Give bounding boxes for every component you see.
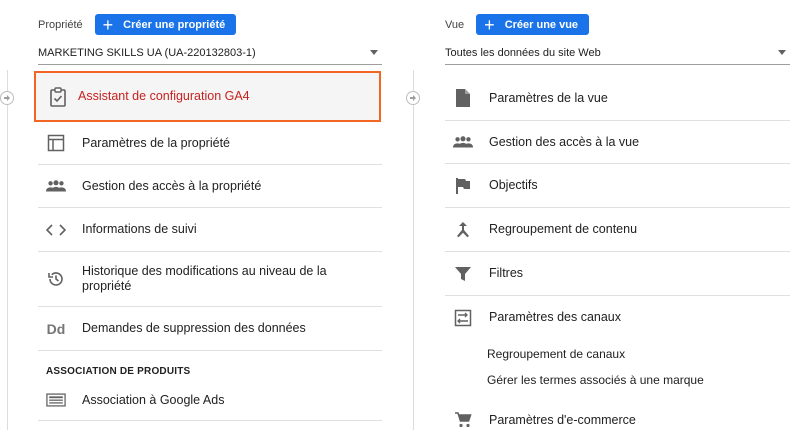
property-item-label: Paramètres de la propriété xyxy=(82,135,230,150)
property-item-ga4-assistant[interactable]: Assistant de configuration GA4 xyxy=(36,73,379,120)
dropdown-arrow-icon xyxy=(778,50,786,55)
property-item-history[interactable]: Historique des modifications au niveau d… xyxy=(38,252,382,306)
view-item-label: Paramètres d'e-commerce xyxy=(489,412,636,427)
view-item-label: Gestion des accès à la vue xyxy=(489,134,640,149)
property-item-tracking[interactable]: Informations de suivi xyxy=(38,208,382,251)
property-select[interactable]: MARKETING SKILLS UA (UA-220132803-1) xyxy=(38,41,382,65)
view-item-channel-settings[interactable]: Paramètres des canaux xyxy=(445,296,790,339)
plus-icon: + xyxy=(102,14,114,35)
property-item-label: Assistant de configuration GA4 xyxy=(78,89,250,103)
merge-icon xyxy=(453,220,473,240)
property-header: Propriété + Créer une propriété xyxy=(38,14,237,35)
ga4-assistant-highlight[interactable]: Assistant de configuration GA4 xyxy=(34,71,381,122)
property-item-label: Historique des modifications au niveau d… xyxy=(82,264,327,293)
create-property-button[interactable]: + Créer une propriété xyxy=(94,14,237,35)
right-rail xyxy=(413,70,414,430)
view-item-content-grouping[interactable]: Regroupement de contenu xyxy=(445,208,790,251)
view-item-filters[interactable]: Filtres xyxy=(445,252,790,295)
ads-panel-icon xyxy=(46,390,66,410)
property-item-deletion[interactable]: Dd Demandes de suppression des données xyxy=(38,307,382,350)
code-icon xyxy=(46,220,66,240)
left-rail-arrow-icon[interactable] xyxy=(0,91,14,105)
filter-icon xyxy=(453,264,473,284)
view-select[interactable]: Toutes les données du site Web xyxy=(445,41,790,65)
clipboard-check-icon xyxy=(48,86,68,107)
property-link-label: Association à Google Ads xyxy=(82,392,225,407)
dropdown-arrow-icon xyxy=(370,50,378,55)
property-item-label: Demandes de suppression des données xyxy=(82,321,306,335)
plus-icon: + xyxy=(484,14,495,35)
create-view-label: Créer une vue xyxy=(504,18,579,31)
view-item-settings[interactable]: Paramètres de la vue xyxy=(445,76,790,120)
property-link-google-ads[interactable]: Association à Google Ads xyxy=(38,380,382,420)
divider xyxy=(38,350,382,351)
people-icon xyxy=(46,176,66,196)
view-item-label: Objectifs xyxy=(489,178,538,192)
view-subitem-brand-terms[interactable]: Gérer les termes associés à une marque xyxy=(487,373,704,387)
property-item-label: Gestion des accès à la propriété xyxy=(82,178,262,193)
view-item-access[interactable]: Gestion des accès à la vue xyxy=(445,121,790,163)
divider xyxy=(38,420,382,421)
section-title-product-links: ASSOCIATION DE PRODUITS xyxy=(46,366,191,377)
property-item-settings[interactable]: Paramètres de la propriété xyxy=(38,122,382,164)
property-label: Propriété xyxy=(38,18,83,31)
view-item-goals[interactable]: Objectifs xyxy=(445,164,790,207)
property-item-access[interactable]: Gestion des accès à la propriété xyxy=(38,165,382,207)
view-header: Vue + Créer une vue xyxy=(445,14,590,35)
right-rail-arrow-icon[interactable] xyxy=(406,91,420,105)
property-item-label: Informations de suivi xyxy=(82,222,197,236)
cart-icon xyxy=(453,410,473,430)
view-subitem-channel-grouping[interactable]: Regroupement de canaux xyxy=(487,347,625,361)
view-item-label: Filtres xyxy=(489,266,524,280)
dd-icon: Dd xyxy=(46,320,66,337)
view-item-label: Regroupement de contenu xyxy=(489,222,638,236)
channels-icon xyxy=(453,308,473,328)
people-icon xyxy=(453,132,473,152)
view-label: Vue xyxy=(445,18,465,31)
history-icon xyxy=(46,269,66,289)
create-view-button[interactable]: + Créer une vue xyxy=(476,14,590,35)
layout-icon xyxy=(46,133,66,153)
property-select-value: MARKETING SKILLS UA (UA-220132803-1) xyxy=(38,46,256,59)
view-item-label: Paramètres de la vue xyxy=(489,90,608,105)
view-select-value: Toutes les données du site Web xyxy=(445,46,601,59)
left-rail xyxy=(7,70,8,430)
view-item-ecommerce[interactable]: Paramètres d'e-commerce xyxy=(445,400,790,440)
create-property-label: Créer une propriété xyxy=(123,18,226,31)
view-item-label: Paramètres des canaux xyxy=(489,310,622,324)
document-icon xyxy=(453,88,473,108)
flag-icon xyxy=(453,176,473,196)
